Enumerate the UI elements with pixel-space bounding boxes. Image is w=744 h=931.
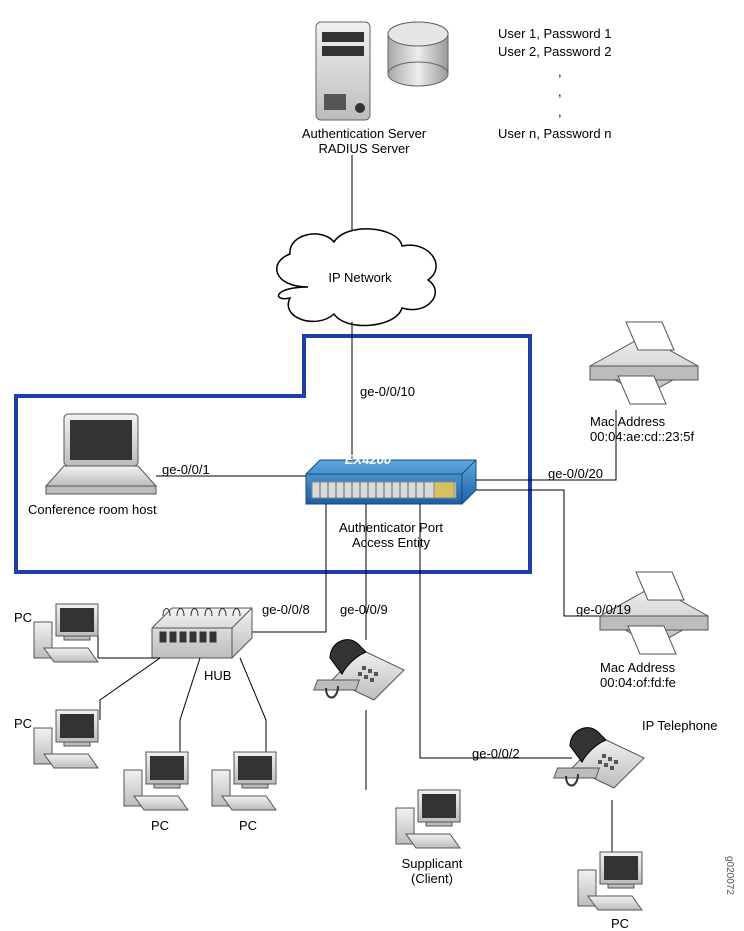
user-dot-2: , — [558, 84, 562, 99]
printer-bottom-mac: Mac Address00:04:of:fd:fe — [600, 660, 676, 690]
port-laptop: ge-0/0/1 — [162, 462, 210, 477]
user-row-2: User 2, Password 2 — [498, 44, 611, 59]
port-hub: ge-0/0/8 — [262, 602, 310, 617]
pc-label-3: PC — [140, 818, 180, 833]
port-phone: ge-0/0/9 — [340, 602, 388, 617]
laptop-label: Conference room host — [28, 502, 157, 517]
hub-label: HUB — [204, 668, 231, 683]
printer-top-mac: Mac Address00:04:ae:cd::23:5f — [590, 414, 694, 444]
supplicant-label: Supplicant(Client) — [382, 856, 482, 886]
switch-model: EX4200 — [338, 452, 398, 467]
pc-label-5: PC — [600, 916, 640, 931]
ipphone-label: IP Telephone — [642, 718, 717, 733]
user-dot-3: , — [558, 104, 562, 119]
pc-label-4: PC — [228, 818, 268, 833]
switch-label: Authenticator PortAccess Entity — [316, 520, 466, 550]
printer-top-icon — [590, 322, 698, 404]
figure-id: g020072 — [724, 856, 735, 895]
cloud-label: IP Network — [320, 270, 400, 285]
port-uplink: ge-0/0/10 — [360, 384, 415, 399]
pc-label-1: PC — [14, 610, 32, 625]
port-printer-bottom: ge-0/0/19 — [576, 602, 631, 617]
port-ipphone: ge-0/0/2 — [472, 746, 520, 761]
pc-label-2: PC — [14, 716, 32, 731]
user-row-n: User n, Password n — [498, 126, 611, 141]
port-printer-top: ge-0/0/20 — [548, 466, 603, 481]
server-label: Authentication ServerRADIUS Server — [284, 126, 444, 156]
user-dot-1: , — [558, 64, 562, 79]
user-row-1: User 1, Password 1 — [498, 26, 611, 41]
